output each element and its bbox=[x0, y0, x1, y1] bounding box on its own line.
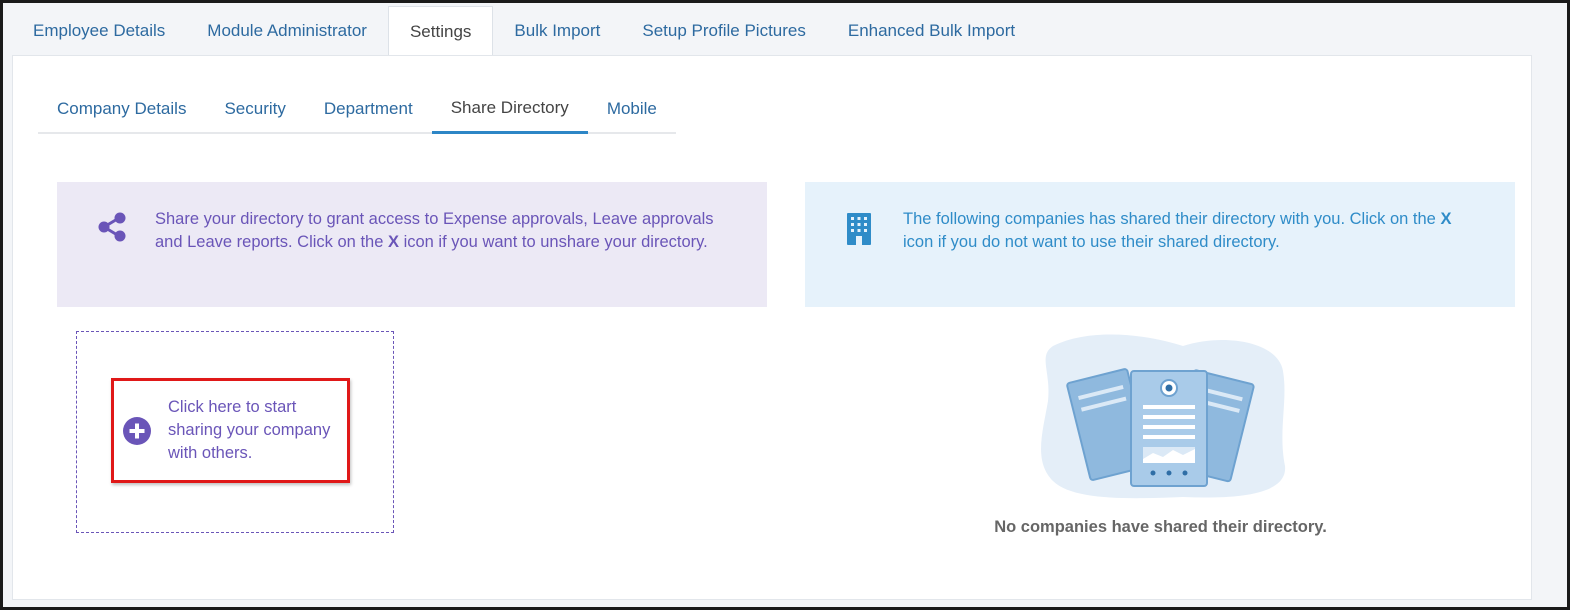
share-info-text: Share your directory to grant access to … bbox=[155, 208, 727, 307]
documents-illustration bbox=[1033, 331, 1288, 501]
shared-with-you-text: The following companies has shared their… bbox=[903, 208, 1475, 307]
shared-info-text-part: icon if you do not want to use their sha… bbox=[903, 233, 1280, 251]
share-directory-info: Share your directory to grant access to … bbox=[57, 182, 767, 307]
share-icon bbox=[97, 208, 155, 307]
shared-info-x-label: X bbox=[1440, 210, 1452, 228]
building-icon bbox=[845, 208, 903, 307]
settings-panel: Company Details Security Department Shar… bbox=[12, 55, 1532, 600]
shared-with-you-info: The following companies has shared their… bbox=[805, 182, 1515, 307]
subtab-department[interactable]: Department bbox=[305, 85, 432, 132]
subtab-company-details[interactable]: Company Details bbox=[38, 85, 205, 132]
share-info-x-label: X bbox=[387, 233, 399, 251]
empty-state-text: No companies have shared their directory… bbox=[994, 518, 1327, 536]
share-info-text-part: icon if you want to unshare your directo… bbox=[398, 233, 708, 251]
subtab-share-directory[interactable]: Share Directory bbox=[431, 85, 588, 134]
start-sharing-button[interactable]: Click here to start sharing your company… bbox=[111, 378, 350, 483]
subtab-security[interactable]: Security bbox=[205, 85, 304, 132]
add-share-card: Click here to start sharing your company… bbox=[76, 331, 394, 533]
settings-sub-tab-bar: Company Details Security Department Shar… bbox=[38, 85, 676, 134]
shared-info-text-part: The following companies has shared their… bbox=[903, 210, 1441, 228]
tab-settings[interactable]: Settings bbox=[387, 6, 494, 56]
app-frame: Employee Details Module Administrator Se… bbox=[0, 0, 1570, 610]
tab-bulk-import[interactable]: Bulk Import bbox=[493, 6, 621, 56]
tab-module-administrator[interactable]: Module Administrator bbox=[186, 6, 388, 56]
subtab-mobile[interactable]: Mobile bbox=[588, 85, 676, 132]
top-tab-bar: Employee Details Module Administrator Se… bbox=[12, 6, 1558, 56]
tab-setup-profile-pictures[interactable]: Setup Profile Pictures bbox=[621, 6, 826, 56]
plus-circle-icon bbox=[122, 416, 152, 446]
start-sharing-label: Click here to start sharing your company… bbox=[168, 398, 331, 462]
tab-employee-details[interactable]: Employee Details bbox=[12, 6, 186, 56]
tab-enhanced-bulk-import[interactable]: Enhanced Bulk Import bbox=[827, 6, 1036, 56]
